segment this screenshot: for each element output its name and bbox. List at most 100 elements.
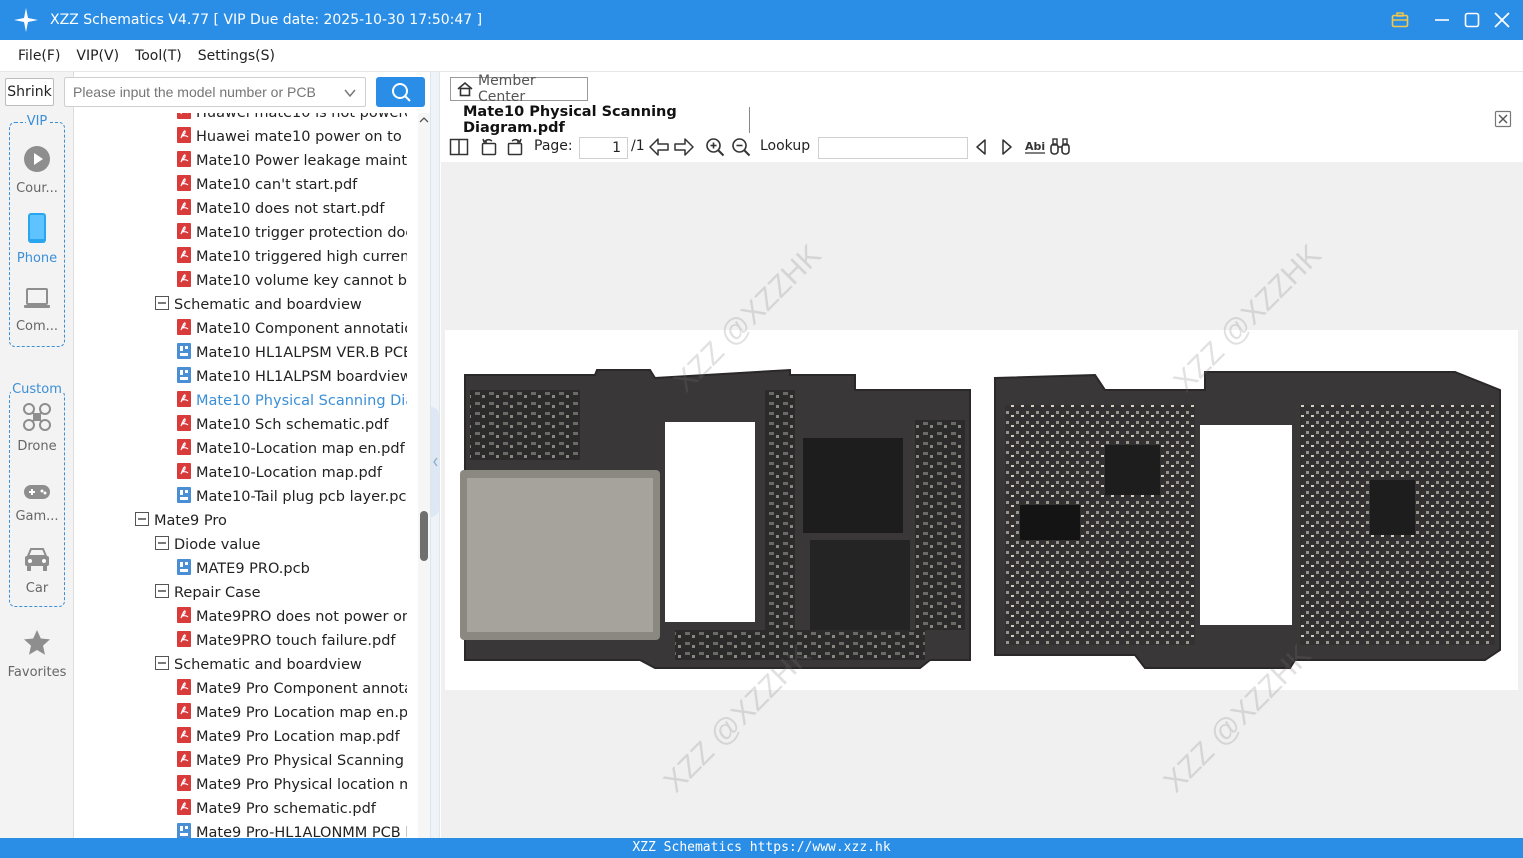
- document-tab[interactable]: Mate10 Physical Scanning Diagram.pdf: [450, 104, 750, 136]
- window-controls: [1387, 0, 1515, 40]
- pdf-viewer[interactable]: XZZ @XZZHK XZZ @XZZHK XZZ @XZZHK XZZ @XZ…: [441, 162, 1523, 838]
- tree-file[interactable]: MATE9 PRO.pcb: [177, 557, 310, 581]
- tree-file[interactable]: Mate9 Pro Physical Scanning D: [177, 749, 407, 773]
- shrink-button[interactable]: Shrink: [5, 78, 54, 106]
- pcb-scan-image: [445, 330, 1518, 690]
- tree-file[interactable]: Mate9PRO touch failure.pdf: [177, 629, 396, 653]
- nav-item-label: Gam...: [15, 509, 59, 524]
- binoculars-icon[interactable]: [1049, 137, 1071, 157]
- tree-folder[interactable]: Schematic and boardview: [155, 293, 362, 317]
- page-number-input[interactable]: 1: [579, 137, 628, 159]
- panel-splitter[interactable]: [430, 72, 440, 838]
- collapse-icon[interactable]: [155, 536, 169, 554]
- tree-file[interactable]: Mate10 trigger protection does: [177, 221, 407, 245]
- menu-file[interactable]: File(F): [18, 48, 60, 64]
- nav-item-computer[interactable]: Com...: [0, 286, 74, 334]
- menu-settings[interactable]: Settings(S): [198, 48, 275, 64]
- tree-item-label: Huawei mate10 is not powered o: [196, 113, 407, 121]
- tree-item-label: Mate10 Physical Scanning Diag: [196, 393, 407, 409]
- chevron-down-icon[interactable]: [343, 86, 357, 103]
- pdf-icon: [177, 679, 191, 699]
- tree-item-label: Mate10-Tail plug pcb layer.pcb: [196, 489, 407, 505]
- tree-item-label: Mate9 Pro Component annotati: [196, 681, 407, 697]
- model-search-field[interactable]: [64, 77, 366, 107]
- collapse-icon[interactable]: [135, 512, 149, 530]
- menu-bar: File(F) VIP(V) Tool(T) Settings(S): [0, 40, 1523, 72]
- collapse-icon[interactable]: [155, 584, 169, 602]
- tree-file[interactable]: Mate10 volume key cannot be u: [177, 269, 407, 293]
- nav-item-label: Phone: [16, 251, 58, 266]
- zoom-in-icon[interactable]: [705, 137, 725, 157]
- tree-file[interactable]: Mate9PRO does not power on.p: [177, 605, 407, 629]
- splitter-handle[interactable]: [431, 407, 439, 517]
- nav-item-drone[interactable]: Drone: [0, 402, 74, 454]
- category-sidebar: Shrink VIP Custom Cour... Phone Com... D…: [0, 72, 74, 838]
- find-next-icon[interactable]: [999, 137, 1015, 157]
- tree-file[interactable]: Mate10 can't start.pdf: [177, 173, 357, 197]
- two-page-view-icon[interactable]: [449, 137, 469, 157]
- tree-file[interactable]: Huawei mate10 power on to dis: [177, 125, 407, 149]
- tree-scroll-thumb[interactable]: [420, 511, 428, 561]
- tree-item-label: Mate10 does not start.pdf: [196, 201, 385, 217]
- tree-file[interactable]: Mate9 Pro-HL1ALONMM PCB la: [177, 821, 407, 838]
- minimize-button[interactable]: [1429, 7, 1455, 33]
- nav-item-games[interactable]: Gam...: [0, 482, 74, 524]
- maximize-button[interactable]: [1459, 7, 1485, 33]
- tree-file[interactable]: Mate10 Component annotation: [177, 317, 407, 341]
- next-page-icon[interactable]: [673, 137, 695, 157]
- tree-folder[interactable]: Mate9 Pro: [135, 509, 227, 533]
- tree-file[interactable]: Huawei mate10 is not powered o: [177, 113, 407, 125]
- nav-item-car[interactable]: Car: [0, 546, 74, 596]
- rotate-right-icon[interactable]: [505, 137, 525, 157]
- zoom-out-icon[interactable]: [731, 137, 751, 157]
- close-button[interactable]: [1489, 7, 1515, 33]
- tree-file[interactable]: Mate10 HL1ALPSM VER.B PCB L: [177, 341, 407, 365]
- find-previous-icon[interactable]: [973, 137, 989, 157]
- tree-file[interactable]: Mate10 triggered high current f: [177, 245, 407, 269]
- match-case-icon[interactable]: Abi: [1024, 137, 1046, 157]
- tree-folder[interactable]: Schematic and boardview: [155, 653, 362, 677]
- tree-folder[interactable]: Repair Case: [155, 581, 261, 605]
- member-center-button[interactable]: Member Center: [450, 73, 588, 105]
- model-search-input[interactable]: [73, 84, 333, 100]
- tree-file[interactable]: Mate9 Pro schematic.pdf: [177, 797, 376, 821]
- menu-tool[interactable]: Tool(T): [135, 48, 182, 64]
- tree-file[interactable]: Mate10-Tail plug pcb layer.pcb: [177, 485, 407, 509]
- scroll-up-icon[interactable]: [419, 115, 429, 125]
- collapse-icon[interactable]: [155, 296, 169, 314]
- tree-item-label: Mate9PRO does not power on.p: [196, 609, 407, 625]
- tree-file[interactable]: Mate10 HL1ALPSM boardview.p: [177, 365, 407, 389]
- close-tab-icon[interactable]: [1494, 110, 1512, 132]
- tree-file[interactable]: Mate10 Physical Scanning Diag: [177, 389, 407, 413]
- tree-item-label: Schematic and boardview: [174, 657, 362, 673]
- tree-file[interactable]: Mate9 Pro Component annotati: [177, 677, 407, 701]
- tree-file[interactable]: Mate9 Pro Location map.pdf: [177, 725, 400, 749]
- collapse-icon[interactable]: [155, 656, 169, 674]
- nav-item-phone[interactable]: Phone: [0, 212, 74, 266]
- tree-item-label: Mate10 triggered high current f: [196, 249, 407, 265]
- tree-file[interactable]: Mate10 does not start.pdf: [177, 197, 384, 221]
- tree-file[interactable]: Mate9 Pro Location map en.pdf: [177, 701, 407, 725]
- nav-item-courses[interactable]: Cour...: [0, 144, 74, 196]
- nav-item-favorites[interactable]: Favorites: [0, 628, 74, 680]
- tree-file[interactable]: Mate10-Location map en.pdf: [177, 437, 405, 461]
- tree-folder[interactable]: Diode value: [155, 533, 260, 557]
- tree-item-label: Mate9 Pro schematic.pdf: [196, 801, 376, 817]
- tree-item-label: Mate9 Pro Location map.pdf: [196, 729, 400, 745]
- briefcase-icon[interactable]: [1387, 7, 1413, 33]
- menu-vip[interactable]: VIP(V): [76, 48, 119, 64]
- lookup-input[interactable]: [818, 137, 968, 159]
- previous-page-icon[interactable]: [648, 137, 670, 157]
- tree-file[interactable]: Mate10 Sch schematic.pdf: [177, 413, 389, 437]
- tree-file[interactable]: Mate9 Pro Physical location ma: [177, 773, 407, 797]
- tree-file[interactable]: Mate10 Power leakage mainten: [177, 149, 407, 173]
- rotate-left-icon[interactable]: [479, 137, 499, 157]
- tree-file[interactable]: Mate10-Location map.pdf: [177, 461, 382, 485]
- phone-icon: [0, 212, 74, 248]
- title-bar[interactable]: XZZ Schematics V4.77 [ VIP Due date: 202…: [0, 0, 1523, 40]
- search-button[interactable]: [376, 77, 425, 107]
- pcb-file-icon: [177, 823, 191, 838]
- pdf-icon: [177, 175, 191, 195]
- tree-item-label: Mate10 HL1ALPSM boardview.p: [196, 369, 407, 385]
- tree-scrollbar[interactable]: [418, 113, 430, 838]
